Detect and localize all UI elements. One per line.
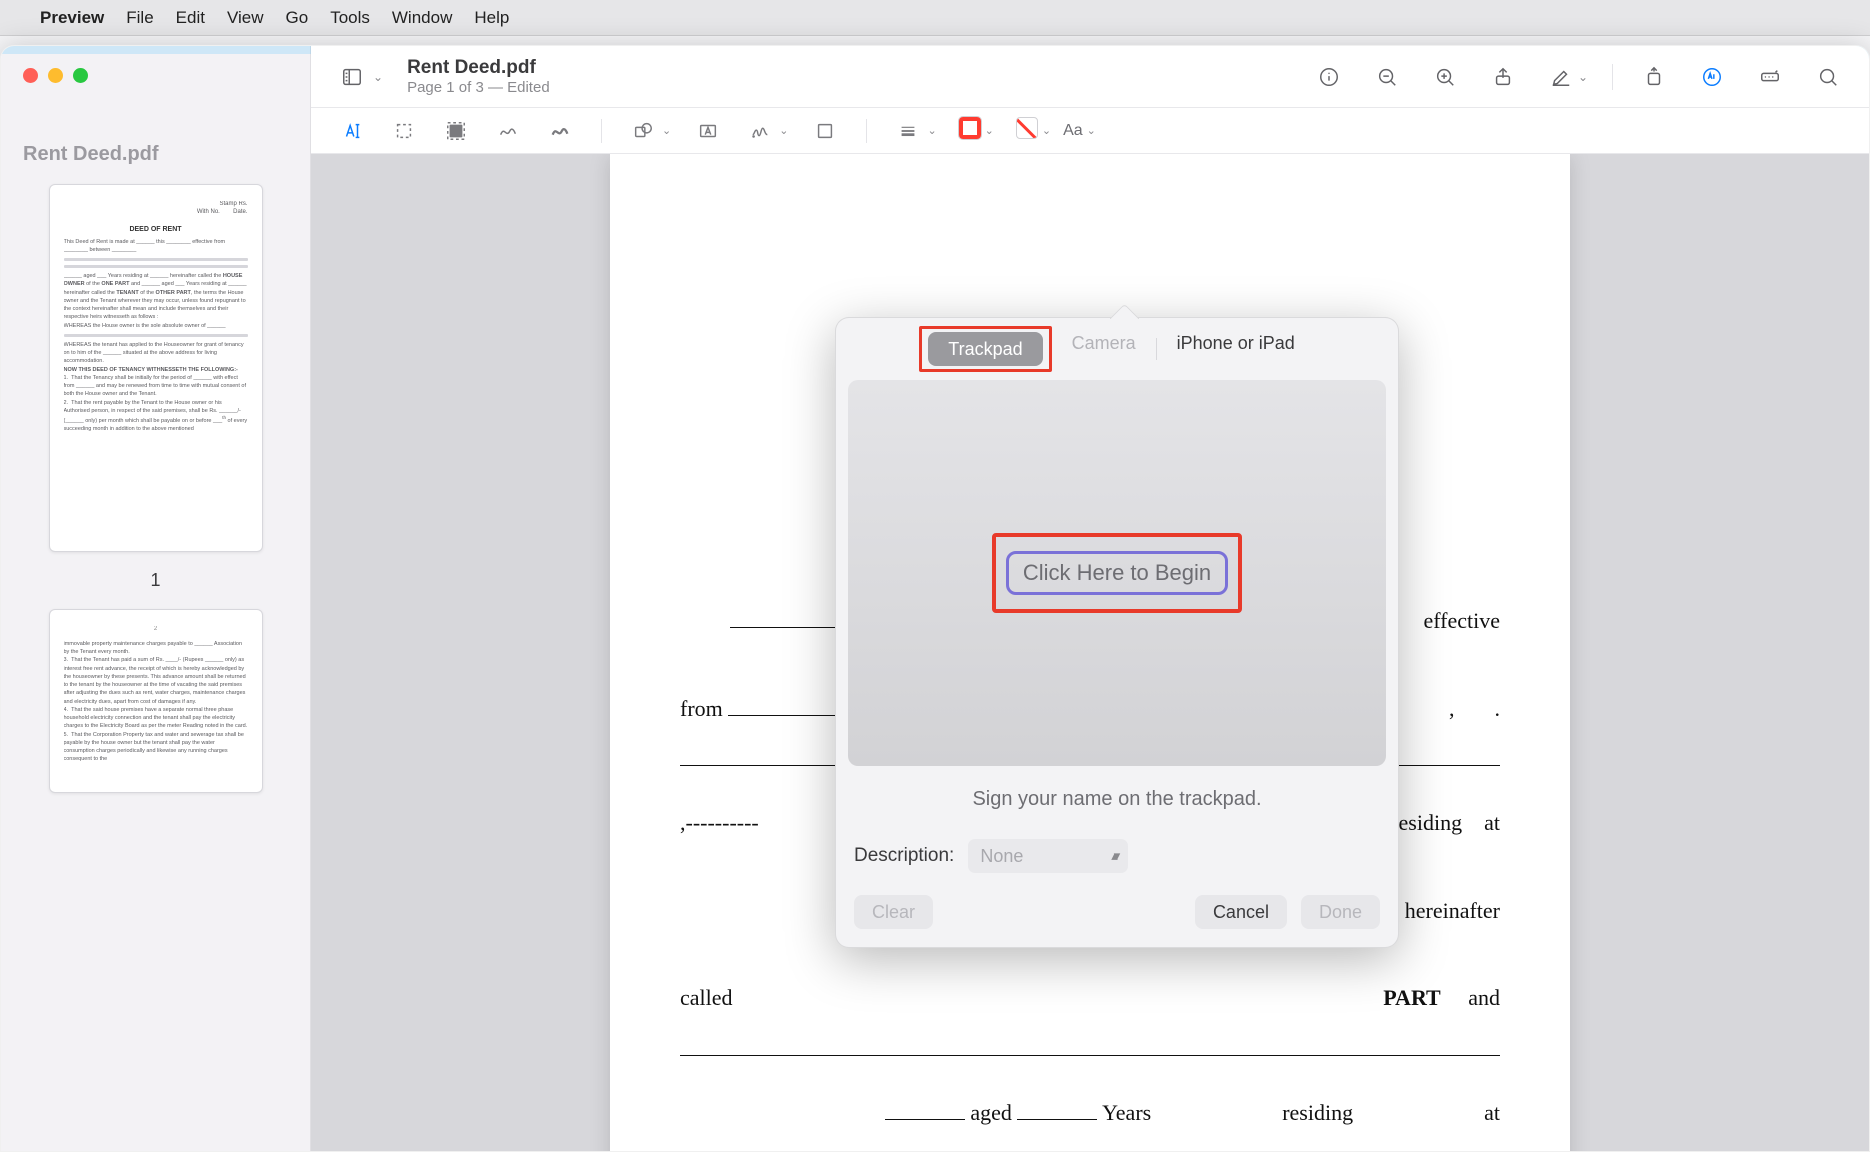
rotate-button[interactable] (1637, 60, 1671, 94)
signature-source-tabs: Trackpad Camera iPhone or iPad (836, 326, 1398, 372)
markup-divider-2 (866, 119, 867, 143)
sign-tool[interactable] (745, 116, 775, 146)
toolbar-divider (1612, 64, 1613, 90)
doc-word-residing-2: residing (1282, 1100, 1353, 1125)
page-thumbnail-1[interactable]: Stamp Rs. With No. Date. DEED OF RENT Th… (49, 184, 263, 552)
menu-window[interactable]: Window (392, 8, 452, 28)
doc-word-at-2: at (1484, 1100, 1500, 1125)
fill-color-chevron-icon[interactable]: ⌄ (1042, 124, 1051, 137)
close-window-button[interactable] (23, 68, 38, 83)
doc-word-residing: residing (1391, 810, 1462, 835)
sidebar-view-chevron-icon[interactable]: ⌄ (373, 70, 383, 84)
main-area: ⌄ Rent Deed.pdf Page 1 of 3 — Edited ⌄ (311, 46, 1869, 1151)
document-viewport[interactable]: effective from between ,. ,---------- re… (311, 154, 1869, 1151)
menu-edit[interactable]: Edit (176, 8, 205, 28)
thumbnail-sidebar: Rent Deed.pdf Stamp Rs. With No. Date. D… (1, 46, 311, 1151)
primary-toolbar: ⌄ Rent Deed.pdf Page 1 of 3 — Edited ⌄ (311, 46, 1869, 108)
click-to-begin-highlight: Click Here to Begin (992, 533, 1242, 613)
page-thumbnail-2[interactable]: 2 immovable property maintenance charges… (49, 609, 263, 793)
highlight-button[interactable] (1544, 60, 1578, 94)
click-to-begin-button[interactable]: Click Here to Begin (1006, 551, 1228, 595)
share-button[interactable] (1486, 60, 1520, 94)
done-button[interactable]: Done (1301, 895, 1380, 929)
tab-iphone-ipad[interactable]: iPhone or iPad (1157, 326, 1315, 360)
line-weight-chevron-icon[interactable]: ⌄ (927, 124, 936, 137)
description-value: None (980, 846, 1023, 867)
zoom-window-button[interactable] (73, 68, 88, 83)
border-color-chevron-icon[interactable]: ⌄ (985, 124, 994, 137)
signature-help-text: Sign your name on the trackpad. (836, 788, 1398, 811)
zoom-out-button[interactable] (1370, 60, 1404, 94)
tab-trackpad[interactable]: Trackpad (928, 332, 1042, 366)
sign-chevron-icon[interactable]: ⌄ (779, 124, 788, 137)
text-select-tool[interactable] (337, 116, 367, 146)
fill-color-tool[interactable] (1016, 117, 1038, 144)
zoom-in-button[interactable] (1428, 60, 1462, 94)
sidebar-document-title: Rent Deed.pdf (23, 143, 310, 166)
description-select[interactable]: None ▴▾ (968, 839, 1128, 873)
doc-word-part: PART (1383, 985, 1440, 1010)
clear-button[interactable]: Clear (854, 895, 933, 929)
menu-file[interactable]: File (126, 8, 153, 28)
doc-word-years: Years (1102, 1100, 1151, 1125)
app-name[interactable]: Preview (40, 8, 104, 28)
markup-toolbar: ⌄ ⌄ ⌄ ⌄ (311, 108, 1869, 154)
line-weight-tool[interactable] (893, 116, 923, 146)
draw-tool[interactable] (545, 116, 575, 146)
menu-go[interactable]: Go (286, 8, 309, 28)
document-subtitle: Page 1 of 3 — Edited (407, 79, 550, 96)
preview-window: Rent Deed.pdf Stamp Rs. With No. Date. D… (0, 45, 1870, 1152)
text-style-tool[interactable]: Aa (1063, 122, 1083, 140)
form-fields-button[interactable] (1753, 60, 1787, 94)
click-to-begin-label: Click Here to Begin (1023, 560, 1211, 586)
lasso-select-tool[interactable] (441, 116, 471, 146)
minimize-window-button[interactable] (48, 68, 63, 83)
border-color-tool[interactable] (959, 117, 981, 144)
markup-toggle-button[interactable] (1695, 60, 1729, 94)
doc-word-effective: effective (1423, 608, 1500, 633)
signature-popover: Trackpad Camera iPhone or iPad Click Her… (835, 317, 1399, 948)
doc-word-hereinafter: hereinafter (1405, 898, 1500, 923)
note-tool[interactable] (810, 116, 840, 146)
rect-select-tool[interactable] (389, 116, 419, 146)
sidebar-view-button[interactable] (335, 60, 369, 94)
text-style-chevron-icon[interactable]: ⌄ (1087, 124, 1096, 137)
doc-word-at: at (1484, 810, 1500, 835)
cancel-button[interactable]: Cancel (1195, 895, 1287, 929)
trackpad-tab-highlight: Trackpad (919, 326, 1051, 372)
highlight-chevron-icon[interactable]: ⌄ (1578, 70, 1588, 84)
select-stepper-icon: ▴▾ (1111, 848, 1116, 864)
trackpad-draw-area[interactable]: Click Here to Begin (848, 380, 1386, 766)
text-box-tool[interactable] (693, 116, 723, 146)
menu-help[interactable]: Help (474, 8, 509, 28)
sketch-tool[interactable] (493, 116, 523, 146)
doc-word-aged: aged (970, 1100, 1012, 1125)
doc-word-from: from (680, 696, 723, 721)
menu-tools[interactable]: Tools (330, 8, 370, 28)
tab-camera[interactable]: Camera (1052, 326, 1156, 360)
document-title: Rent Deed.pdf (407, 57, 550, 79)
thumbnail-1-label: 1 (150, 570, 160, 591)
info-button[interactable] (1312, 60, 1346, 94)
markup-divider-1 (601, 119, 602, 143)
menu-view[interactable]: View (227, 8, 264, 28)
doc-word-called: called (680, 985, 733, 1010)
shapes-chevron-icon[interactable]: ⌄ (662, 124, 671, 137)
doc-word-and: and (1468, 985, 1500, 1010)
macos-menubar: Preview File Edit View Go Tools Window H… (0, 0, 1870, 36)
description-label: Description: (854, 845, 954, 867)
shapes-tool[interactable] (628, 116, 658, 146)
search-button[interactable] (1811, 60, 1845, 94)
